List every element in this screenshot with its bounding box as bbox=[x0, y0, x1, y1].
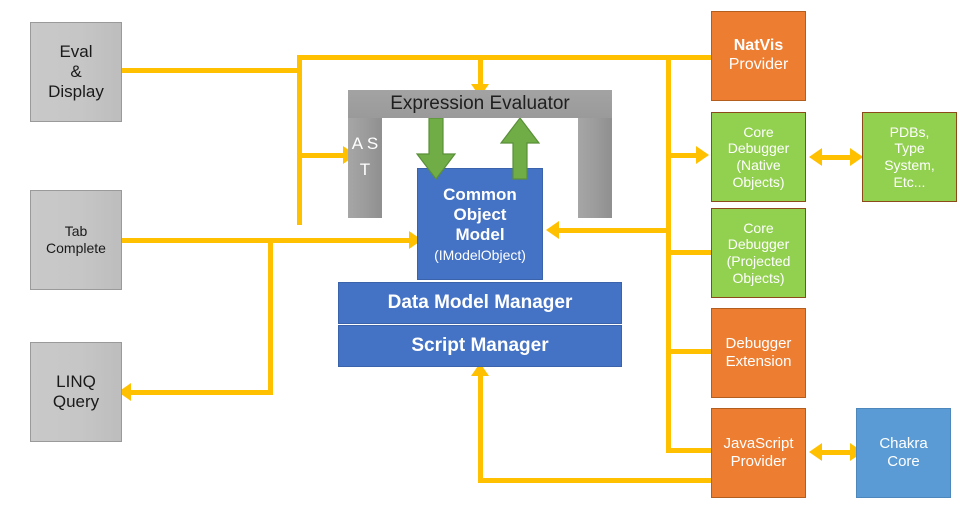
node-common-object-model[interactable]: Common Object Model (IModelObject) bbox=[417, 168, 543, 280]
node-tab-complete[interactable]: Tab Complete bbox=[30, 190, 122, 290]
node-label-line: Model bbox=[455, 224, 505, 244]
connector-js-to-script-manager-vertical bbox=[478, 375, 483, 481]
connector-core-native-to-pdbs bbox=[818, 155, 852, 160]
node-label-line: Type bbox=[894, 140, 925, 157]
expression-evaluator-header: Expression Evaluator bbox=[348, 90, 612, 118]
node-label-line: Debugger bbox=[725, 335, 792, 353]
connector-linq-trunk-vertical bbox=[268, 238, 273, 395]
node-label-line: (Native bbox=[736, 157, 781, 173]
node-label-line: Common bbox=[443, 184, 517, 204]
connector-trunk-to-ast bbox=[297, 153, 344, 158]
node-label-line: Objects) bbox=[732, 173, 785, 190]
node-label-line: Provider bbox=[730, 453, 787, 470]
node-label-line: Debugger bbox=[727, 140, 790, 157]
node-label-line: Core bbox=[743, 219, 774, 236]
architecture-diagram: Expression Evaluator A S T Eval & Displa… bbox=[0, 0, 979, 512]
arrow-into-core-debugger-native bbox=[696, 146, 709, 164]
connector-trunk-to-javascript-provider bbox=[666, 448, 714, 453]
connector-trunk-to-core-projected bbox=[666, 250, 714, 255]
node-label-line: Debugger bbox=[727, 236, 790, 253]
arrow-to-javascript-provider bbox=[809, 443, 822, 461]
node-pdbs-type-system[interactable]: PDBs, Type System, Etc... bbox=[862, 112, 957, 202]
arrow-into-common-object-model bbox=[546, 221, 559, 239]
node-label-line: Extension bbox=[725, 353, 792, 370]
node-label-line: Eval bbox=[59, 41, 93, 61]
connector-trunk-to-core-native bbox=[666, 153, 698, 158]
node-label-line: Complete bbox=[46, 240, 106, 256]
green-arrow-up-icon bbox=[500, 118, 540, 180]
node-label-line: Core bbox=[743, 123, 774, 140]
arrow-to-core-debugger-native bbox=[809, 148, 822, 166]
node-label-line: Query bbox=[52, 392, 100, 411]
node-label-line: LINQ bbox=[56, 371, 96, 391]
node-label-line: Display bbox=[48, 82, 104, 102]
connector-trunk-to-debugger-extension bbox=[666, 349, 714, 354]
connector-js-to-chakra bbox=[818, 450, 852, 455]
node-data-model-manager[interactable]: Data Model Manager bbox=[338, 282, 622, 324]
node-script-manager[interactable]: Script Manager bbox=[338, 325, 622, 367]
node-label-line: Provider bbox=[728, 56, 789, 73]
node-natvis-provider[interactable]: NatVis Provider bbox=[711, 11, 806, 101]
node-label: Data Model Manager bbox=[387, 291, 573, 313]
node-label-line: NatVis bbox=[733, 37, 784, 55]
connector-bus-to-evaluator bbox=[478, 55, 483, 85]
node-label: Script Manager bbox=[411, 334, 549, 356]
expression-evaluator-label: Expression Evaluator bbox=[390, 93, 570, 114]
ast-label: A S T bbox=[351, 134, 379, 179]
node-core-debugger-projected[interactable]: Core Debugger (Projected Objects) bbox=[711, 208, 806, 298]
connector-tabcomplete-bus bbox=[268, 238, 420, 243]
node-label-line: PDBs, bbox=[889, 123, 930, 140]
node-label-line: Tab bbox=[64, 223, 88, 240]
node-label-line: (Projected bbox=[726, 253, 791, 269]
node-label-line: Etc... bbox=[893, 173, 926, 190]
connector-top-bus bbox=[297, 55, 673, 60]
node-label-line: System, bbox=[884, 157, 935, 173]
node-label-line: Chakra bbox=[879, 435, 928, 453]
node-chakra-core[interactable]: Chakra Core bbox=[856, 408, 951, 498]
connector-trunk-to-natvis bbox=[666, 55, 714, 60]
node-subtitle: (IModelObject) bbox=[434, 246, 526, 263]
node-label-line: Objects) bbox=[732, 269, 785, 286]
connector-js-bottom-bus bbox=[478, 478, 716, 483]
node-eval-display[interactable]: Eval & Display bbox=[30, 22, 122, 122]
node-label-line: Core bbox=[887, 453, 920, 470]
green-arrow-down-icon bbox=[416, 118, 456, 180]
connector-eval-to-trunk bbox=[122, 68, 302, 73]
connector-trunk-to-com bbox=[556, 228, 670, 233]
node-linq-query[interactable]: LINQ Query bbox=[30, 342, 122, 442]
node-javascript-provider[interactable]: JavaScript Provider bbox=[711, 408, 806, 498]
node-label-line: & bbox=[70, 61, 82, 81]
node-core-debugger-native[interactable]: Core Debugger (Native Objects) bbox=[711, 112, 806, 202]
node-debugger-extension[interactable]: Debugger Extension bbox=[711, 308, 806, 398]
connector-left-trunk-vertical bbox=[297, 55, 302, 225]
node-label-line: JavaScript bbox=[723, 435, 794, 453]
node-label-line: Object bbox=[453, 204, 507, 224]
connector-linq-horizontal bbox=[128, 390, 273, 395]
